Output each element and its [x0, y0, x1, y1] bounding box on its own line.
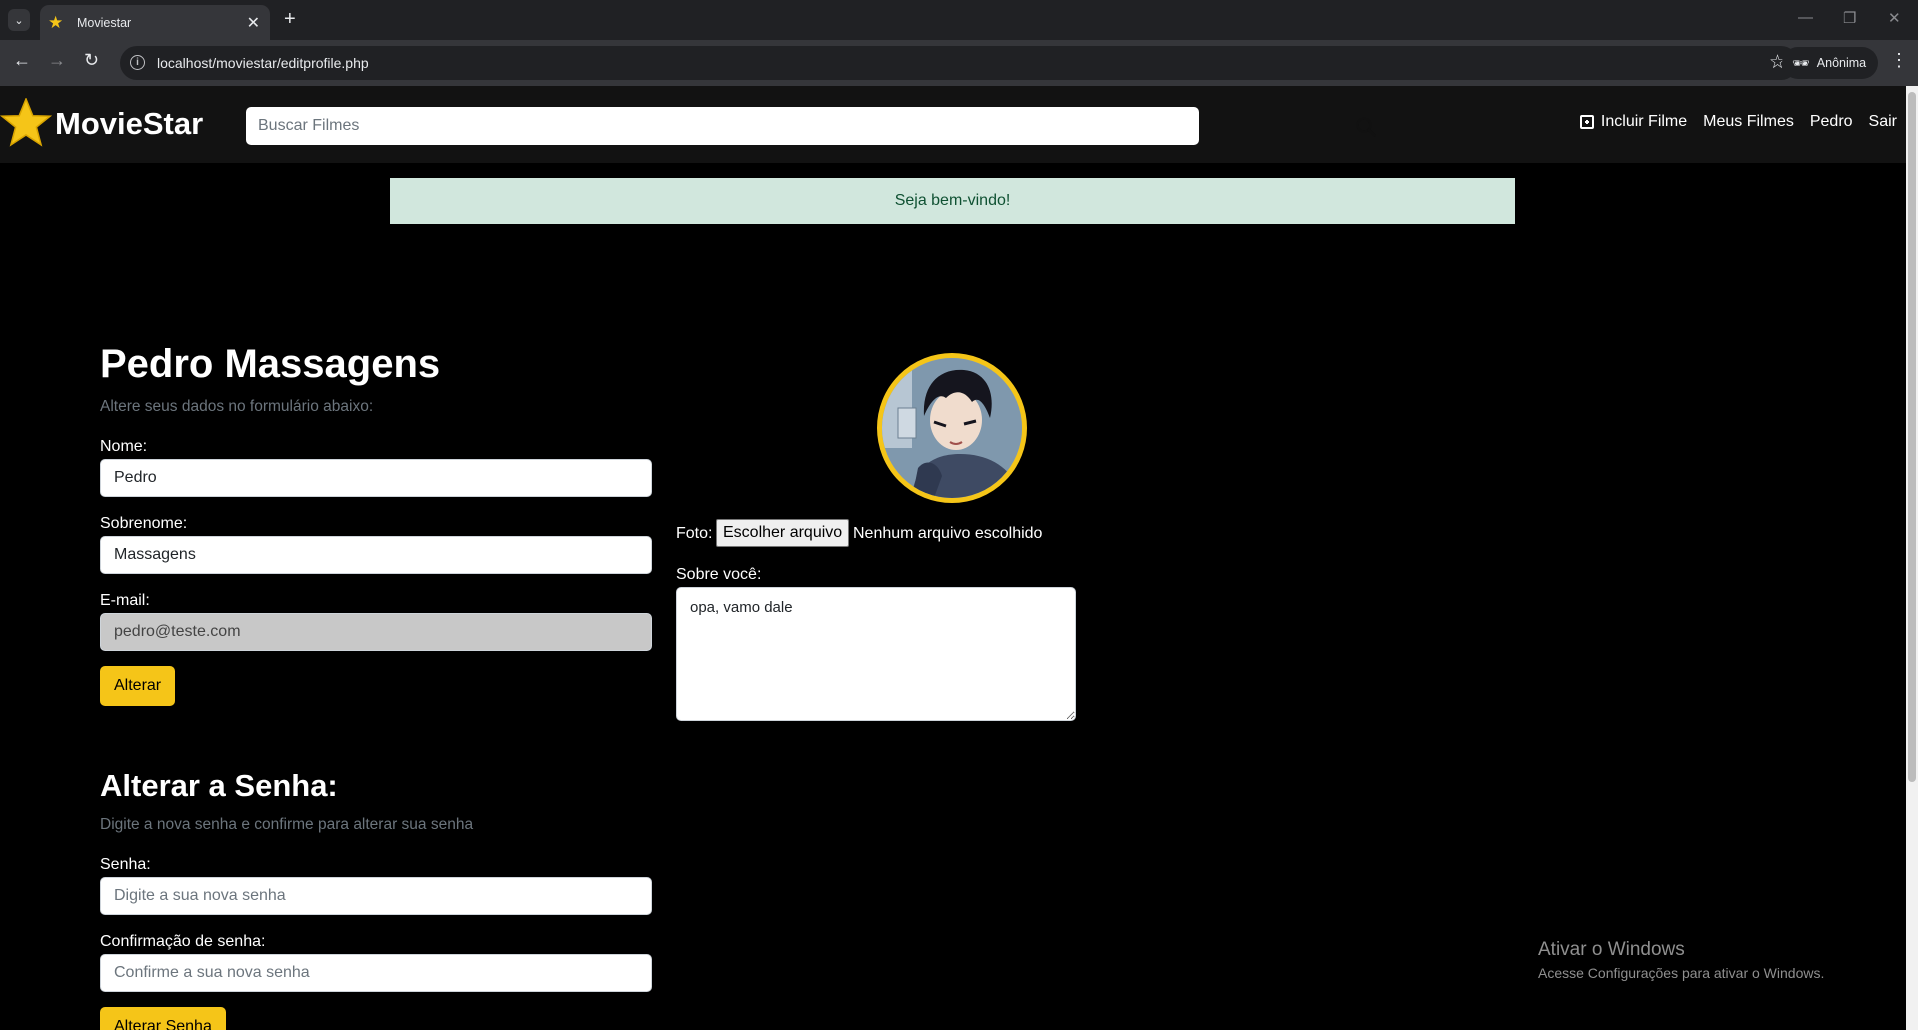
search-icon[interactable]: [1354, 115, 1378, 139]
page-subtitle: Altere seus dados no formulário abaixo:: [100, 398, 374, 415]
nav-add-movie[interactable]: Incluir Filme: [1579, 113, 1688, 131]
close-icon[interactable]: ✕: [247, 13, 260, 33]
menu-icon[interactable]: ⋮: [1890, 50, 1908, 71]
site-info-icon[interactable]: i: [130, 55, 145, 70]
confirm-password-label: Confirmação de senha:: [100, 933, 266, 950]
main-nav: Incluir Filme Meus Filmes Pedro Sair: [1579, 113, 1897, 131]
new-tab-icon[interactable]: +: [284, 8, 296, 31]
nav-my-movies[interactable]: Meus Filmes: [1703, 113, 1794, 131]
nav-logout[interactable]: Sair: [1869, 113, 1897, 131]
tab-search-button[interactable]: ⌄: [8, 9, 30, 31]
name-field[interactable]: [100, 459, 652, 497]
logo-star-icon[interactable]: [0, 98, 52, 148]
watermark-subtitle: Acesse Configurações para ativar o Windo…: [1538, 965, 1825, 981]
scrollbar-thumb[interactable]: [1908, 92, 1916, 782]
page-scrollbar[interactable]: [1906, 86, 1918, 1030]
address-bar[interactable]: i localhost/moviestar/editprofile.php ☆: [120, 46, 1798, 80]
page-viewport: MovieStar Incluir Filme Meus Filmes Pedr…: [0, 86, 1906, 1030]
search-input[interactable]: [258, 107, 1108, 145]
site-header: MovieStar Incluir Filme Meus Filmes Pedr…: [0, 86, 1906, 163]
password-label: Senha:: [100, 856, 151, 873]
window-close-icon[interactable]: ✕: [1888, 9, 1901, 27]
change-password-button[interactable]: Alterar Senha: [100, 1007, 226, 1030]
plus-square-icon: [1579, 115, 1594, 129]
avatar-image: [882, 358, 1022, 498]
avatar: [877, 353, 1027, 503]
file-status-text: Nenhum arquivo escolhido: [853, 525, 1043, 542]
star-favicon-icon: ★: [48, 12, 64, 32]
nav-add-movie-label: Incluir Filme: [1600, 113, 1688, 130]
success-alert: Seja bem-vindo!: [390, 178, 1515, 224]
browser-tab[interactable]: ★ Moviestar ✕: [40, 5, 270, 40]
minimize-icon[interactable]: —: [1798, 9, 1813, 26]
forward-icon[interactable]: →: [48, 50, 66, 71]
browser-tab-bar: ⌄ ★ Moviestar ✕ + — ❐ ✕: [0, 0, 1918, 40]
brand-name[interactable]: MovieStar: [55, 106, 203, 142]
search-form: [246, 107, 1376, 145]
url-text[interactable]: localhost/moviestar/editprofile.php: [157, 55, 369, 71]
browser-toolbar: ← → ↻ i localhost/moviestar/editprofile.…: [0, 40, 1918, 86]
chevron-down-icon: ⌄: [14, 14, 24, 27]
email-label: E-mail:: [100, 592, 150, 609]
about-textarea[interactable]: opa, vamo dale: [676, 587, 1076, 721]
name-label: Nome:: [100, 438, 148, 455]
back-icon[interactable]: ←: [13, 50, 31, 71]
incognito-indicator[interactable]: 🕶 Anônima: [1782, 47, 1879, 79]
page-title: Pedro Massagens: [100, 342, 441, 386]
choose-file-button[interactable]: Escolher arquivo: [716, 519, 850, 547]
about-label: Sobre você:: [676, 566, 762, 583]
save-profile-button[interactable]: Alterar: [100, 666, 176, 706]
nav-user[interactable]: Pedro: [1810, 113, 1853, 131]
windows-activation-watermark: Ativar o Windows Acesse Configurações pa…: [1538, 939, 1824, 981]
photo-label: Foto:: [676, 525, 713, 542]
lastname-field[interactable]: [100, 536, 652, 574]
watermark-title: Ativar o Windows: [1538, 939, 1685, 960]
password-field[interactable]: [100, 877, 652, 915]
incognito-icon: 🕶: [1792, 54, 1810, 71]
lastname-label: Sobrenome:: [100, 515, 188, 532]
restore-icon[interactable]: ❐: [1843, 9, 1856, 27]
incognito-label: Anônima: [1816, 56, 1867, 70]
confirm-password-field[interactable]: [100, 954, 652, 992]
password-section-subtitle: Digite a nova senha e confirme para alte…: [100, 816, 474, 833]
email-field: [100, 613, 652, 651]
reload-icon[interactable]: ↻: [84, 50, 99, 71]
tab-title: Moviestar: [77, 15, 132, 30]
password-section-title: Alterar a Senha:: [100, 768, 338, 803]
